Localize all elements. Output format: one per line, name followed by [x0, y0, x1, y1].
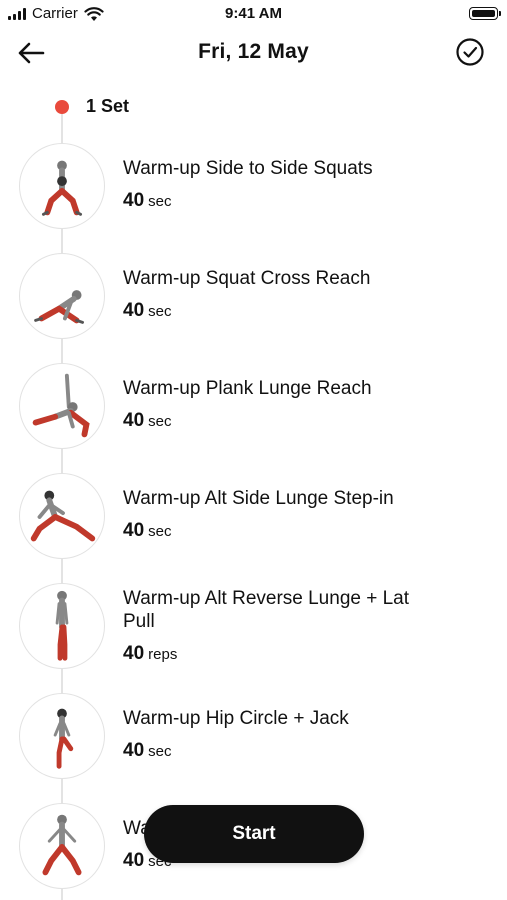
page-title: Fri, 12 May — [198, 40, 309, 63]
exercise-unit: sec — [148, 743, 172, 760]
exercise-unit: sec — [148, 193, 172, 210]
exercise-value: 40 — [123, 190, 145, 211]
header: Fri, 12 May — [0, 28, 507, 78]
exercise-unit: reps — [148, 646, 178, 663]
set-label: 1 Set — [86, 96, 130, 116]
set-indicator-dot — [55, 100, 69, 114]
exercise-value: 40 — [123, 740, 145, 761]
exercise-duration: 40 sec — [123, 740, 171, 762]
exercise-unit: sec — [148, 523, 172, 540]
exercise-duration: 40 sec — [123, 410, 171, 432]
status-time: 9:41 AM — [225, 5, 282, 22]
exercise-value: 40 — [123, 850, 145, 871]
exercise-unit: sec — [148, 413, 172, 430]
exercise-duration: 40 sec — [123, 190, 171, 212]
exercise-thumbnail — [19, 803, 105, 889]
exercise-duration: 40 reps — [123, 643, 177, 665]
check-circle-icon[interactable] — [455, 37, 485, 67]
exercise-name: Warm-up Alt Reverse Lunge + Lat Pull — [123, 588, 410, 632]
exercise-thumbnail — [19, 693, 105, 779]
exercise-name: Warm-up Side to Side Squats — [123, 158, 373, 179]
exercise-value: 40 — [123, 643, 145, 664]
exercise-thumbnail — [19, 583, 105, 669]
exercise-value: 40 — [123, 410, 145, 431]
exercise-figure-icon — [32, 373, 90, 438]
exercise-name: Warm-up Alt Side Lunge Step-in — [123, 488, 394, 509]
exercise-duration: 40 sec — [123, 300, 171, 322]
exercise-figure-icon — [55, 590, 69, 661]
exercise-name: Warm-up Hip Circle + Jack — [123, 708, 349, 729]
exercise-figure-icon — [34, 290, 84, 324]
exercise-duration: 40 sec — [123, 520, 171, 542]
exercise-unit: sec — [148, 303, 172, 320]
exercise-name: Warm-up Squat Cross Reach — [123, 268, 371, 289]
exercise-figure-icon — [30, 490, 96, 542]
exercise-thumbnail — [19, 473, 105, 559]
exercise-figure-icon — [41, 160, 83, 216]
exercise-thumbnail — [19, 253, 105, 339]
exercise-figure-icon — [53, 708, 74, 769]
status-bar: Carrier 9:41 AM — [0, 0, 507, 28]
exercise-value: 40 — [123, 300, 145, 321]
battery-icon — [469, 7, 501, 20]
exercise-figure-icon — [42, 814, 82, 876]
exercise-name: Warm-up Plank Lunge Reach — [123, 378, 372, 399]
start-button[interactable]: Start — [144, 805, 364, 863]
exercise-value: 40 — [123, 520, 145, 541]
exercise-thumbnail — [19, 363, 105, 449]
exercise-thumbnail — [19, 143, 105, 229]
